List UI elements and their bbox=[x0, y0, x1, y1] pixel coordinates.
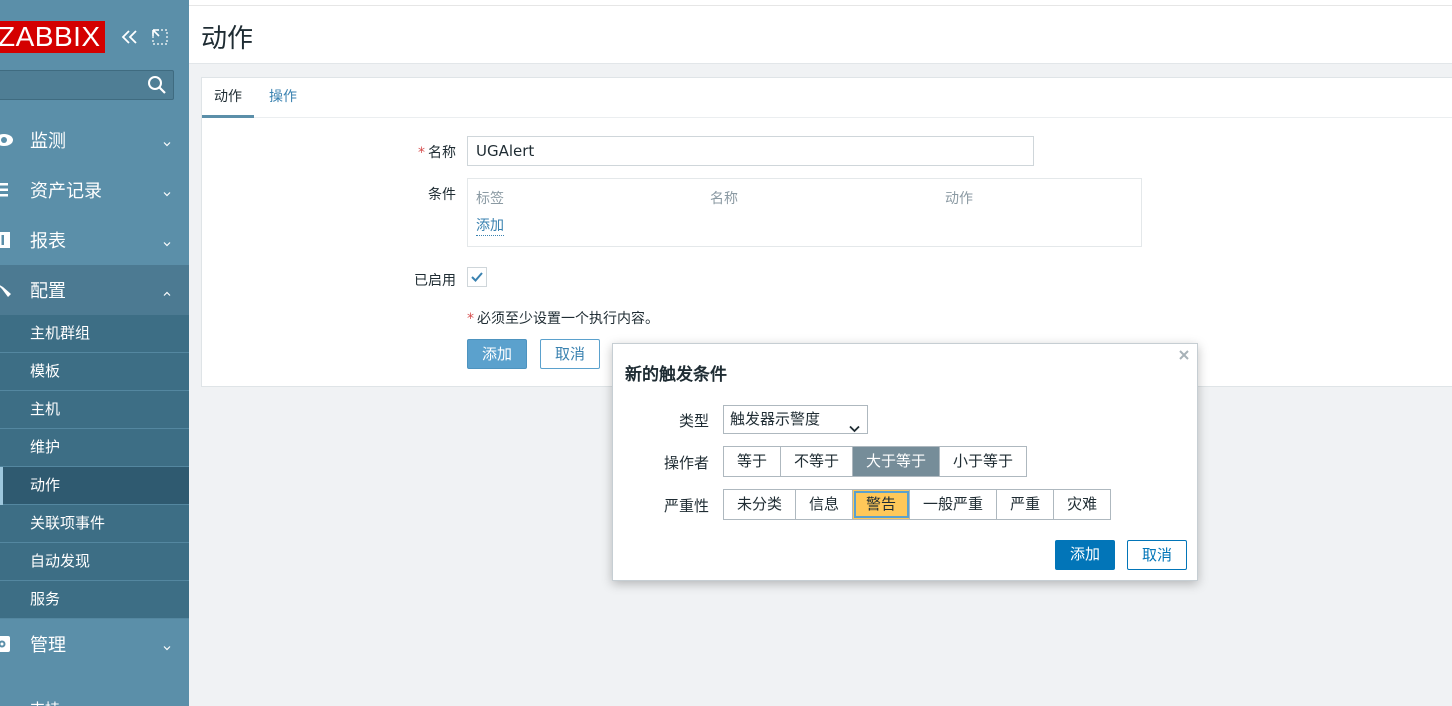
chevron-down-icon bbox=[163, 182, 171, 197]
page-title: 动作 bbox=[201, 24, 254, 54]
severity-option[interactable]: 严重 bbox=[997, 490, 1055, 519]
tab-operations[interactable]: 操作 bbox=[257, 78, 309, 118]
severity-label: 严重性 bbox=[663, 497, 709, 515]
submenu-discovery[interactable]: 自动发现 bbox=[0, 543, 189, 581]
menu-label: 报表 bbox=[30, 231, 66, 252]
severity-option[interactable]: 一般严重 bbox=[910, 490, 998, 519]
tab-action[interactable]: 动作 bbox=[202, 78, 254, 118]
menu-inventory[interactable]: 资产记录 bbox=[0, 165, 189, 215]
enabled-checkbox[interactable] bbox=[467, 267, 487, 287]
type-label: 类型 bbox=[678, 412, 709, 430]
operator-label: 操作者 bbox=[663, 454, 709, 472]
submenu-host-groups[interactable]: 主机群组 bbox=[0, 315, 189, 353]
submenu-event-correlation[interactable]: 关联项事件 bbox=[0, 505, 189, 543]
sidebar-search-input[interactable] bbox=[0, 70, 174, 100]
tab-bar: 动作 操作 bbox=[202, 78, 1452, 118]
conditions-header-action: 动作 bbox=[945, 191, 973, 207]
conditions-label: 条件 bbox=[428, 187, 456, 203]
menu-label: 资产记录 bbox=[30, 181, 102, 202]
bar-chart-icon bbox=[0, 230, 14, 250]
check-icon bbox=[471, 272, 483, 282]
chevron-down-icon bbox=[163, 132, 171, 147]
submenu-templates[interactable]: 模板 bbox=[0, 353, 189, 391]
enabled-label: 已启用 bbox=[414, 273, 456, 289]
page-header: 动作 bbox=[189, 6, 1452, 64]
conditions-header-name: 名称 bbox=[710, 191, 738, 207]
name-label: * 名称 bbox=[418, 145, 456, 161]
list-icon bbox=[0, 180, 14, 200]
required-note: * 必须至少设置一个执行内容。 bbox=[467, 311, 659, 327]
chevron-down-icon bbox=[163, 232, 171, 247]
close-icon[interactable] bbox=[1177, 348, 1191, 362]
action-form-panel: 动作 操作 * 名称 UGAlert 条件 标签 名称 动作 添加 已启用 * 必须… bbox=[201, 77, 1452, 387]
operator-segmented: 等于 不等于 大于等于 小于等于 bbox=[723, 446, 1028, 477]
gear-icon bbox=[0, 634, 14, 654]
submenu-hosts[interactable]: 主机 bbox=[0, 391, 189, 429]
main-menu: 监测 资产记录 报表 配置 主机群组 模板 主机 维护 动作 关联项事件 自动发… bbox=[0, 115, 189, 669]
dialog-title: 新的触发条件 bbox=[625, 365, 727, 385]
menu-label: 监测 bbox=[30, 131, 66, 152]
menu-label: 管理 bbox=[30, 635, 66, 656]
menu-monitoring[interactable]: 监测 bbox=[0, 115, 189, 165]
wrench-icon bbox=[0, 280, 14, 300]
operator-option[interactable]: 不等于 bbox=[781, 447, 854, 476]
conditions-header-label: 标签 bbox=[476, 191, 504, 207]
dialog-cancel-button[interactable]: 取消 bbox=[1127, 540, 1187, 570]
menu-label: 配置 bbox=[30, 281, 66, 302]
add-condition-link[interactable]: 添加 bbox=[476, 215, 504, 236]
severity-option[interactable]: 信息 bbox=[796, 490, 854, 519]
menu-configuration[interactable]: 配置 bbox=[0, 265, 189, 315]
type-select-value: 触发器示警度 bbox=[730, 410, 821, 428]
submenu-services[interactable]: 服务 bbox=[0, 581, 189, 619]
severity-option[interactable]: 未分类 bbox=[724, 490, 797, 519]
type-select[interactable]: 触发器示警度 bbox=[723, 405, 868, 434]
severity-segmented: 未分类 信息 警告 一般严重 严重 灾难 bbox=[723, 489, 1112, 520]
add-button[interactable]: 添加 bbox=[467, 339, 527, 369]
menu-administration[interactable]: 管理 bbox=[0, 619, 189, 669]
operator-option[interactable]: 小于等于 bbox=[940, 447, 1026, 476]
new-condition-dialog: 新的触发条件 类型 触发器示警度 操作者 等于 不等于 大于等于 小于等于 严重… bbox=[612, 343, 1198, 581]
sidebar: ZABBIX 监测 资产记录 报表 配置 主机群组 模板 主机 维护 动作 关联… bbox=[0, 0, 189, 706]
severity-option-selected[interactable]: 警告 bbox=[853, 490, 911, 519]
search-icon[interactable] bbox=[147, 75, 167, 95]
zabbix-logo[interactable]: ZABBIX bbox=[0, 21, 105, 53]
kiosk-mode-icon[interactable] bbox=[149, 26, 171, 48]
severity-option[interactable]: 灾难 bbox=[1054, 490, 1110, 519]
conditions-table: 标签 名称 动作 添加 bbox=[467, 178, 1142, 247]
submenu-actions[interactable]: 动作 bbox=[0, 467, 189, 505]
submenu-maintenance[interactable]: 维护 bbox=[0, 429, 189, 467]
cancel-button[interactable]: 取消 bbox=[540, 339, 600, 369]
eye-icon bbox=[0, 130, 14, 150]
operator-option[interactable]: 等于 bbox=[724, 447, 782, 476]
name-input[interactable]: UGAlert bbox=[467, 136, 1034, 166]
collapse-sidebar-icon[interactable] bbox=[119, 26, 141, 48]
menu-reports[interactable]: 报表 bbox=[0, 215, 189, 265]
chevron-down-icon bbox=[163, 636, 171, 651]
chevron-down-icon bbox=[849, 415, 860, 433]
configuration-submenu: 主机群组 模板 主机 维护 动作 关联项事件 自动发现 服务 bbox=[0, 315, 189, 619]
dialog-add-button[interactable]: 添加 bbox=[1055, 540, 1115, 570]
operator-option-selected[interactable]: 大于等于 bbox=[853, 447, 941, 476]
menu-support[interactable]: 支持 bbox=[30, 698, 60, 706]
chevron-up-icon bbox=[163, 282, 171, 296]
